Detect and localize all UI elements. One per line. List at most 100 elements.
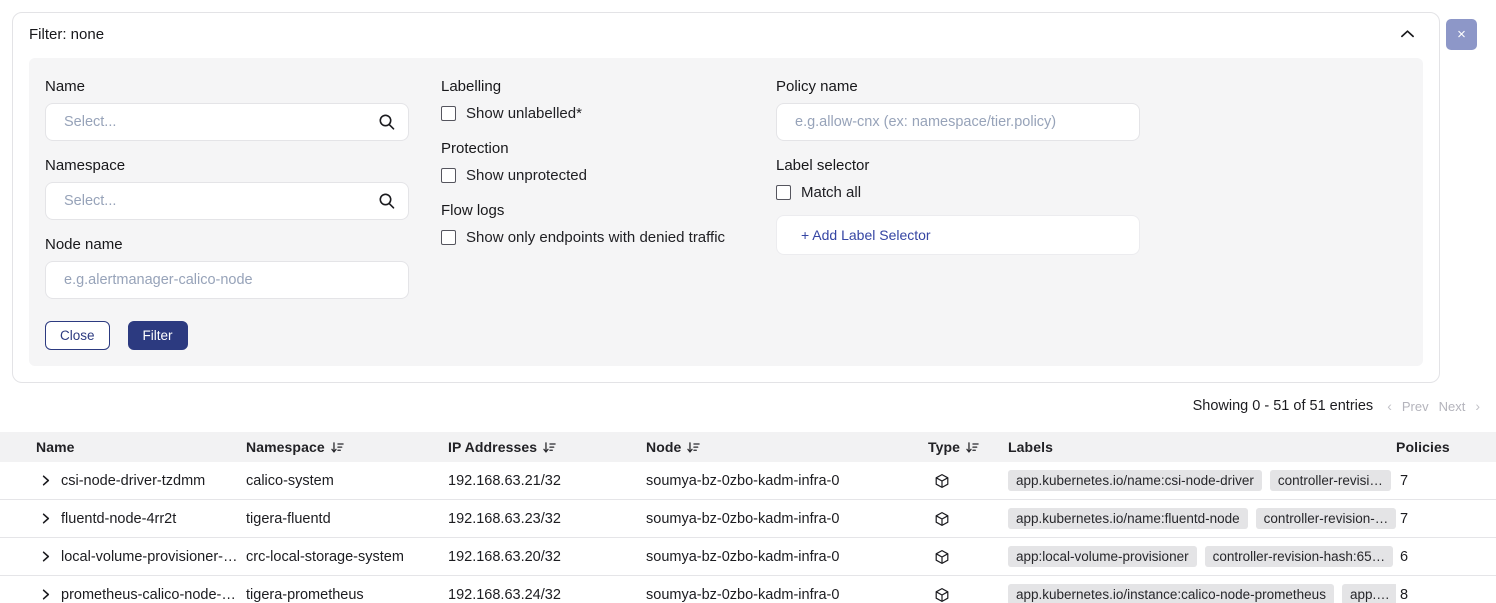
column-header-label: Policies <box>1396 439 1450 455</box>
add-label-selector-button[interactable]: + Add Label Selector <box>776 215 1140 255</box>
expand-row-chevron-icon[interactable] <box>38 473 53 488</box>
column-header-type[interactable]: Type <box>928 439 1008 455</box>
endpoint-name-cell: local-volume-provisioner-… <box>0 549 246 565</box>
endpoint-namespace: tigera-prometheus <box>246 587 448 603</box>
namespace-field-label: Namespace <box>45 157 409 174</box>
endpoint-ip-addresses: 192.168.63.20/32 <box>448 549 646 565</box>
column-header-name: Name <box>0 439 246 455</box>
show-unprotected-checkbox[interactable] <box>441 168 456 183</box>
prev-chevron-icon[interactable]: ‹ <box>1387 398 1392 414</box>
table-row: local-volume-provisioner-…crc-local-stor… <box>0 538 1496 576</box>
protection-section-label: Protection <box>441 140 744 157</box>
label-badge: controller-revisi… <box>1270 470 1391 491</box>
column-header-policies: Policies <box>1396 439 1496 455</box>
column-header-labels: Labels <box>1008 439 1396 455</box>
label-badge: app.… <box>1342 584 1396 603</box>
endpoint-type-cell <box>928 473 1008 489</box>
table-header: Name Namespace IP Addresses Node Type Lab… <box>0 432 1496 462</box>
table-row: prometheus-calico-node-… tigera-prometheu… <box>0 576 1496 603</box>
endpoint-labels-cell: app.kubernetes.io/instance:calico-node-p… <box>1008 584 1396 603</box>
endpoint-policies-count: 7 <box>1396 473 1496 489</box>
filter-column-right: Policy name Label selector Match all + A… <box>776 78 1140 350</box>
endpoint-policies-count: 8 <box>1396 587 1496 603</box>
namespace-select-input[interactable] <box>45 182 409 220</box>
table-header-row: Name Namespace IP Addresses Node Type Lab… <box>0 432 1496 462</box>
sort-icon[interactable] <box>331 441 344 454</box>
pod-cube-icon <box>934 511 950 527</box>
close-icon: × <box>1457 27 1466 42</box>
filter-form: Name Namespace Node name Close Filter <box>29 58 1423 366</box>
endpoint-name: local-volume-provisioner-… <box>61 549 237 565</box>
denied-traffic-label: Show only endpoints with denied traffic <box>466 229 725 246</box>
filter-column-middle: Labelling Show unlabelled* Protection Sh… <box>441 78 744 350</box>
name-select-wrap <box>45 103 409 141</box>
endpoints-page: Filter: none Name Namespace <box>0 0 1496 603</box>
flow-logs-section-label: Flow logs <box>441 202 744 219</box>
column-header-label: Name <box>36 439 75 455</box>
sort-icon[interactable] <box>543 441 556 454</box>
label-badge: app.kubernetes.io/name:csi-node-driver <box>1008 470 1262 491</box>
policy-name-input-wrap <box>776 103 1140 141</box>
close-button[interactable]: Close <box>45 321 110 350</box>
endpoint-policies-count: 7 <box>1396 511 1496 527</box>
endpoint-name: prometheus-calico-node-… <box>61 587 236 603</box>
match-all-row: Match all <box>776 184 1140 201</box>
pagination: ‹ Prev Next › <box>1387 398 1480 414</box>
sort-icon[interactable] <box>966 441 979 454</box>
column-header-ip-addresses[interactable]: IP Addresses <box>448 439 646 455</box>
show-unlabelled-checkbox[interactable] <box>441 106 456 121</box>
namespace-select-wrap <box>45 182 409 220</box>
endpoint-ip-addresses: 192.168.63.21/32 <box>448 473 646 489</box>
expand-row-chevron-icon[interactable] <box>38 511 53 526</box>
label-badge: app.kubernetes.io/name:fluentd-node <box>1008 508 1248 529</box>
node-name-input[interactable] <box>45 261 409 299</box>
filter-button[interactable]: Filter <box>128 321 188 350</box>
collapse-filter-button[interactable] <box>1400 27 1415 42</box>
name-field-label: Name <box>45 78 409 95</box>
show-unlabelled-label: Show unlabelled* <box>466 105 582 122</box>
next-chevron-icon[interactable]: › <box>1475 398 1480 414</box>
expand-row-chevron-icon[interactable] <box>38 549 53 564</box>
search-icon[interactable] <box>377 191 397 216</box>
endpoint-node: soumya-bz-0zbo-kadm-infra-0 <box>646 549 928 565</box>
label-selector-section-label: Label selector <box>776 157 1140 174</box>
name-select-input[interactable] <box>45 103 409 141</box>
labelling-section-label: Labelling <box>441 78 744 95</box>
sort-icon[interactable] <box>687 441 700 454</box>
table-row: csi-node-driver-tzdmm calico-system192.16… <box>0 462 1496 500</box>
endpoint-type-cell <box>928 549 1008 565</box>
pod-cube-icon <box>934 549 950 565</box>
endpoint-name-cell: prometheus-calico-node-… <box>0 587 246 603</box>
column-header-node[interactable]: Node <box>646 439 928 455</box>
entries-summary: Showing 0 - 51 of 51 entries <box>1193 398 1374 414</box>
table-meta: Showing 0 - 51 of 51 entries ‹ Prev Next… <box>1193 398 1480 414</box>
prev-page-link[interactable]: Prev <box>1402 399 1429 414</box>
filter-panel: Filter: none Name Namespace <box>12 12 1440 383</box>
policy-name-field-label: Policy name <box>776 78 1140 95</box>
filter-column-left: Name Namespace Node name Close Filter <box>45 78 409 350</box>
endpoint-node: soumya-bz-0zbo-kadm-infra-0 <box>646 511 928 527</box>
filter-actions: Close Filter <box>45 321 409 350</box>
filter-title: Filter: none <box>29 26 104 43</box>
show-unlabelled-row: Show unlabelled* <box>441 105 744 122</box>
policy-name-input[interactable] <box>776 103 1140 141</box>
endpoint-name-cell: csi-node-driver-tzdmm <box>0 473 246 489</box>
endpoint-node: soumya-bz-0zbo-kadm-infra-0 <box>646 473 928 489</box>
endpoint-name: csi-node-driver-tzdmm <box>61 473 205 489</box>
match-all-checkbox[interactable] <box>776 185 791 200</box>
node-name-input-wrap <box>45 261 409 299</box>
chevron-up-icon <box>1400 27 1415 42</box>
search-icon[interactable] <box>377 112 397 137</box>
endpoint-namespace: calico-system <box>246 473 448 489</box>
expand-row-chevron-icon[interactable] <box>38 587 53 602</box>
endpoint-node: soumya-bz-0zbo-kadm-infra-0 <box>646 587 928 603</box>
denied-traffic-checkbox[interactable] <box>441 230 456 245</box>
label-badge: app:local-volume-provisioner <box>1008 546 1197 567</box>
close-panel-button[interactable]: × <box>1446 19 1477 50</box>
column-header-label: IP Addresses <box>448 439 537 455</box>
column-header-namespace[interactable]: Namespace <box>246 439 448 455</box>
next-page-link[interactable]: Next <box>1439 399 1466 414</box>
pod-cube-icon <box>934 587 950 603</box>
denied-traffic-row: Show only endpoints with denied traffic <box>441 229 744 246</box>
column-header-label: Node <box>646 439 681 455</box>
